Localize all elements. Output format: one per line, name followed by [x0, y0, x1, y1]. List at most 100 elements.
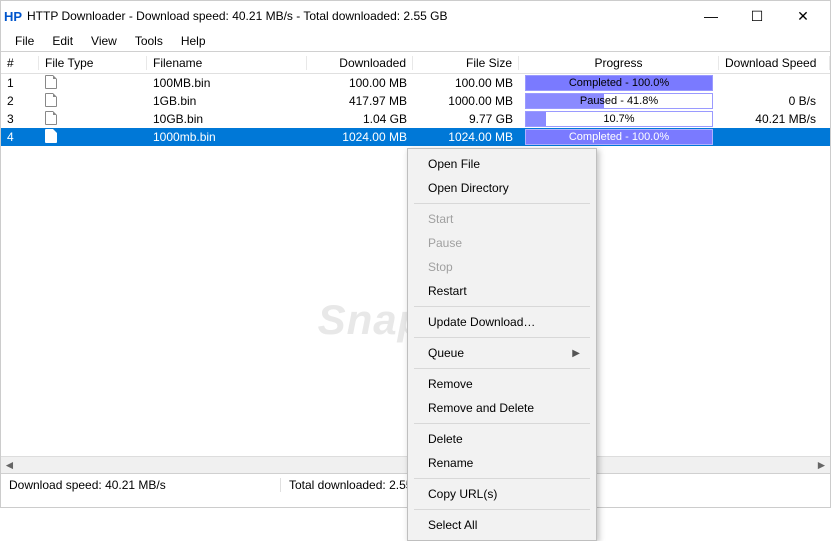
cell-filesize: 100.00 MB [413, 76, 519, 90]
cell-filesize: 9.77 GB [413, 112, 519, 126]
context-menu-label: Remove and Delete [428, 401, 534, 415]
title-bar: HP HTTP Downloader - Download speed: 40.… [1, 1, 830, 31]
cell-filetype [39, 129, 147, 146]
progress-bar: 10.7% [525, 111, 713, 127]
cell-speed: 40.21 MB/s [719, 112, 830, 126]
table-row[interactable]: 1100MB.bin100.00 MB100.00 MBCompleted - … [1, 74, 830, 92]
context-menu-separator [414, 306, 590, 307]
context-menu-label: Open Directory [428, 181, 509, 195]
context-menu-label: Remove [428, 377, 473, 391]
context-menu-label: Rename [428, 456, 473, 470]
col-header-downloaded[interactable]: Downloaded [307, 56, 413, 70]
cell-filetype [39, 75, 147, 92]
cell-filename: 1GB.bin [147, 94, 307, 108]
table-row[interactable]: 41000mb.bin1024.00 MB1024.00 MBCompleted… [1, 128, 830, 146]
cell-progress: 10.7% [519, 111, 719, 127]
context-menu-item: Stop [410, 255, 594, 279]
file-icon [45, 75, 57, 89]
cell-filetype [39, 93, 147, 110]
context-menu-item: Pause [410, 231, 594, 255]
minimize-button[interactable]: — [688, 1, 734, 31]
app-icon: HP [5, 8, 21, 24]
file-icon [45, 129, 57, 143]
context-menu-item[interactable]: Update Download… [410, 310, 594, 334]
context-menu-separator [414, 203, 590, 204]
context-menu-separator [414, 368, 590, 369]
cell-filename: 1000mb.bin [147, 130, 307, 144]
cell-downloaded: 417.97 MB [307, 94, 413, 108]
context-menu-item[interactable]: Delete [410, 427, 594, 451]
cell-progress: Completed - 100.0% [519, 129, 719, 145]
context-menu-separator [414, 337, 590, 338]
submenu-arrow-icon: ▶ [572, 348, 580, 359]
cell-num: 3 [1, 112, 39, 126]
context-menu-item[interactable]: Open Directory [410, 176, 594, 200]
col-header-speed[interactable]: Download Speed [719, 56, 830, 70]
context-menu-label: Pause [428, 236, 462, 250]
cell-num: 1 [1, 76, 39, 90]
menu-bar: File Edit View Tools Help [1, 31, 830, 51]
context-menu-item[interactable]: Remove [410, 372, 594, 396]
maximize-button[interactable]: ☐ [734, 1, 780, 31]
progress-label: Paused - 41.8% [526, 94, 712, 108]
cell-downloaded: 100.00 MB [307, 76, 413, 90]
status-speed: Download speed: 40.21 MB/s [1, 478, 281, 492]
context-menu-item: Start [410, 207, 594, 231]
cell-num: 4 [1, 130, 39, 144]
context-menu-item[interactable]: Remove and Delete [410, 396, 594, 420]
cell-filesize: 1000.00 MB [413, 94, 519, 108]
progress-bar: Completed - 100.0% [525, 129, 713, 145]
file-icon [45, 93, 57, 107]
cell-progress: Paused - 41.8% [519, 93, 719, 109]
col-header-filename[interactable]: Filename [147, 56, 307, 70]
context-menu-label: Restart [428, 284, 467, 298]
menu-file[interactable]: File [7, 32, 42, 50]
progress-bar: Completed - 100.0% [525, 75, 713, 91]
col-header-filesize[interactable]: File Size [413, 56, 519, 70]
context-menu-item[interactable]: Restart [410, 279, 594, 303]
menu-view[interactable]: View [83, 32, 125, 50]
menu-help[interactable]: Help [173, 32, 214, 50]
context-menu-label: Start [428, 212, 453, 226]
context-menu-label: Update Download… [428, 315, 535, 329]
scroll-right-icon[interactable]: ► [813, 458, 830, 472]
close-button[interactable]: ✕ [780, 1, 826, 31]
cell-downloaded: 1024.00 MB [307, 130, 413, 144]
table-header: # File Type Filename Downloaded File Siz… [1, 52, 830, 74]
context-menu-item[interactable]: Copy URL(s) [410, 482, 594, 506]
progress-label: Completed - 100.0% [526, 130, 712, 144]
context-menu-item[interactable]: Rename [410, 451, 594, 475]
cell-speed: 0 B/s [719, 94, 830, 108]
context-menu-label: Copy URL(s) [428, 487, 497, 501]
context-menu-item[interactable]: Select All [410, 513, 594, 537]
table-row[interactable]: 2 1GB.bin417.97 MB1000.00 MB Paused - 41.8… [1, 92, 830, 110]
cell-num: 2 [1, 94, 39, 108]
context-menu-label: Queue [428, 346, 464, 360]
cell-filename: 100MB.bin [147, 76, 307, 90]
col-header-type[interactable]: File Type [39, 56, 147, 70]
col-header-progress[interactable]: Progress [519, 56, 719, 70]
progress-label: 10.7% [526, 112, 712, 126]
cell-filesize: 1024.00 MB [413, 130, 519, 144]
cell-filename: 10GB.bin [147, 112, 307, 126]
progress-label: Completed - 100.0% [526, 76, 712, 90]
context-menu-label: Stop [428, 260, 453, 274]
progress-bar: Paused - 41.8% [525, 93, 713, 109]
table-row[interactable]: 3 10GB.bin1.04 GB9.77 GB 10.7% 40.21 MB/s [1, 110, 830, 128]
context-menu-separator [414, 423, 590, 424]
cell-filetype [39, 111, 147, 128]
context-menu-label: Open File [428, 157, 480, 171]
col-header-num[interactable]: # [1, 56, 39, 70]
file-icon [45, 111, 57, 125]
scroll-left-icon[interactable]: ◄ [1, 458, 18, 472]
context-menu-separator [414, 478, 590, 479]
context-menu-label: Select All [428, 518, 477, 532]
menu-tools[interactable]: Tools [127, 32, 171, 50]
context-menu-item[interactable]: Queue ▶ [410, 341, 594, 365]
context-menu-separator [414, 509, 590, 510]
menu-edit[interactable]: Edit [44, 32, 81, 50]
window-title: HTTP Downloader - Download speed: 40.21 … [27, 9, 447, 23]
cell-downloaded: 1.04 GB [307, 112, 413, 126]
context-menu-item[interactable]: Open File [410, 152, 594, 176]
cell-progress: Completed - 100.0% [519, 75, 719, 91]
